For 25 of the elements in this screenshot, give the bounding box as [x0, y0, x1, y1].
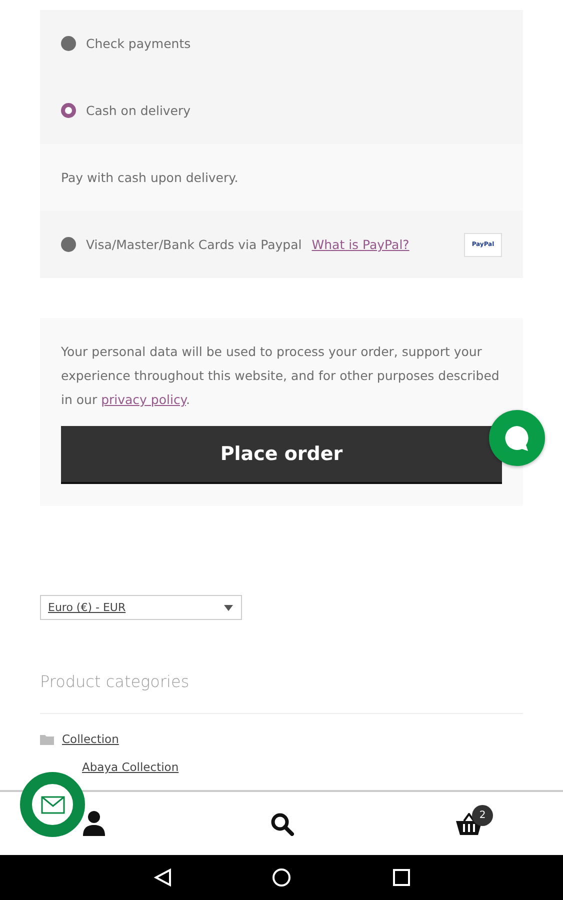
section-heading: Product categories	[40, 672, 523, 714]
place-order-button[interactable]: Place order	[61, 426, 502, 484]
recents-icon[interactable]	[393, 869, 410, 886]
radio-button[interactable]	[61, 36, 76, 51]
chat-bubble-icon	[503, 424, 531, 452]
category-link[interactable]: Collection	[62, 732, 119, 746]
chat-button[interactable]	[489, 410, 545, 466]
radio-button[interactable]	[61, 103, 76, 118]
caret-icon	[224, 604, 233, 610]
payment-method-label: Visa/Master/Bank Cards via Paypal	[86, 237, 302, 252]
radio-button[interactable]	[61, 237, 76, 252]
back-icon[interactable]	[154, 868, 172, 887]
envelope-icon	[40, 796, 64, 814]
account-icon[interactable]	[83, 811, 105, 836]
payment-description: Pay with cash upon delivery.	[61, 170, 238, 185]
paypal-info-link[interactable]: What is PayPal?	[312, 237, 410, 252]
payment-method-label: Check payments	[86, 36, 191, 51]
search-icon[interactable]	[270, 812, 294, 836]
currency-select[interactable]: Euro (€) - EUR	[40, 595, 242, 620]
category-link[interactable]: Abaya Collection	[82, 760, 179, 774]
folder-icon	[40, 734, 54, 744]
payment-method-label: Cash on delivery	[86, 103, 191, 118]
home-icon[interactable]	[272, 868, 291, 887]
privacy-notice: Your personal data will be used to process your order, support your experience throughout this website, and for other purposes described in our privacy policy.	[61, 343, 500, 409]
privacy-policy-link[interactable]: privacy policy	[101, 392, 186, 407]
